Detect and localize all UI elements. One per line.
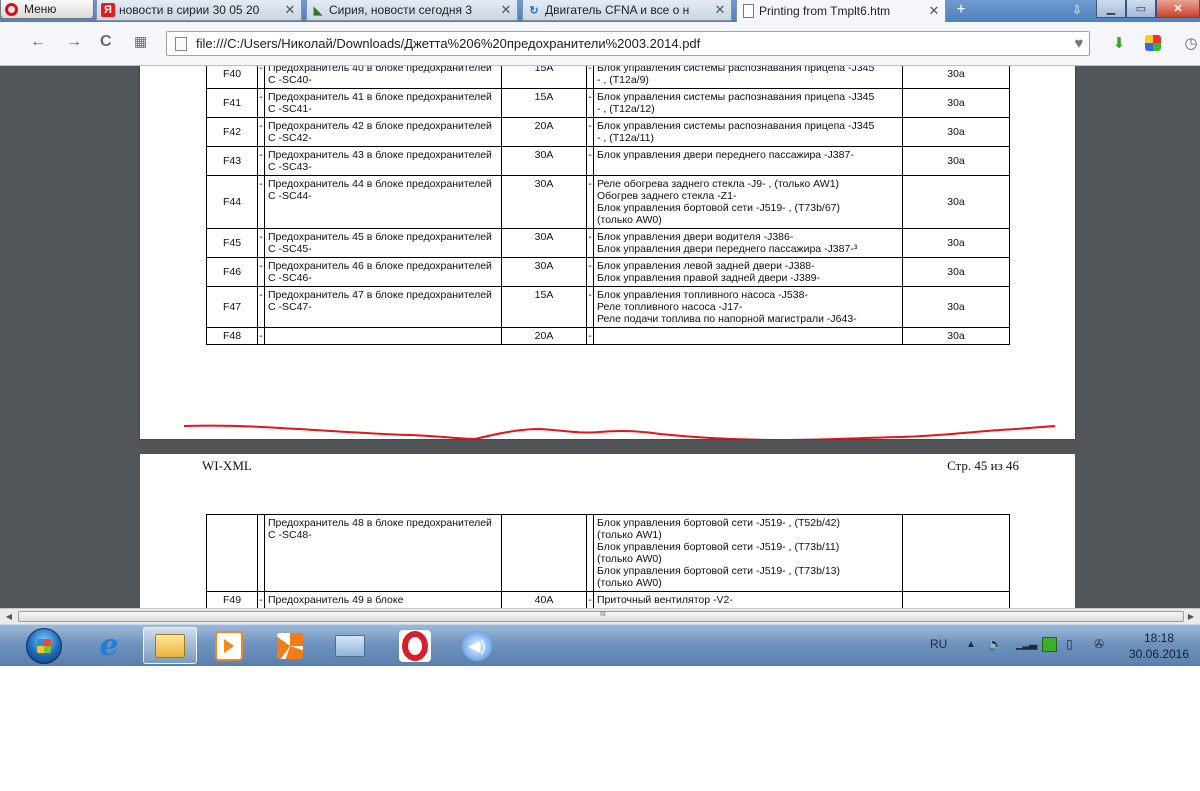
rss-icon: ◣ bbox=[313, 4, 323, 17]
consumer-line: Блок управления бортовой сети -J519- , (… bbox=[597, 517, 840, 529]
scroll-left-icon[interactable]: ◀ bbox=[2, 610, 16, 623]
tab-close-icon[interactable]: ✕ bbox=[283, 2, 297, 18]
scroll-right-icon[interactable]: ▶ bbox=[1184, 610, 1198, 623]
show-hidden-icons-icon[interactable]: ▲ bbox=[966, 639, 976, 650]
opera-menu-button[interactable]: Меню bbox=[0, 0, 94, 19]
volume-icon[interactable]: 🔈 bbox=[988, 637, 1003, 651]
window-controls: ▁ ▭ ✕ bbox=[1096, 0, 1200, 18]
table-edge bbox=[1009, 591, 1026, 608]
consumer-line: Приточный вентилятор -V2- bbox=[597, 594, 733, 606]
dash-cell: - bbox=[586, 591, 594, 608]
clock-date: 30.06.2016 bbox=[1128, 647, 1190, 661]
tab-yandex-news[interactable]: Я новости в сирии 30 05 20 ✕ bbox=[96, 0, 302, 21]
page-header-right: Стр. 45 из 46 bbox=[947, 458, 1019, 473]
fuse-consumers: Блок управления бортовой сети -J519- , (… bbox=[593, 514, 903, 592]
tab-menu-icon[interactable]: ⇩ bbox=[1072, 3, 1082, 17]
maximize-button[interactable]: ▭ bbox=[1126, 0, 1156, 18]
download-icon[interactable]: ⬇ bbox=[1108, 32, 1130, 54]
table-row: Предохранитель 48 в блоке предохранителе… bbox=[206, 514, 1026, 592]
speed-dial-icon[interactable]: ▦ bbox=[134, 33, 147, 50]
table-edge bbox=[1009, 514, 1026, 592]
reload-icon[interactable]: C bbox=[100, 33, 112, 51]
horizontal-scrollbar[interactable]: ◀ III ▶ bbox=[0, 608, 1200, 624]
signal-icon[interactable]: ▁▂▃ bbox=[1016, 637, 1037, 650]
tab-printing-tmplt[interactable]: Printing from Tmplt6.htm ✕ bbox=[736, 0, 946, 22]
address-bar[interactable]: file:///C:/Users/Николай/Downloads/Джетт… bbox=[166, 31, 1090, 56]
start-button[interactable] bbox=[26, 628, 62, 664]
yandex-icon: Я bbox=[101, 3, 115, 17]
fuse-id bbox=[206, 514, 258, 592]
tab-title: Сирия, новости сегодня 3 bbox=[329, 3, 472, 17]
back-arrow-icon[interactable]: ← bbox=[30, 33, 46, 51]
network-icon[interactable] bbox=[323, 627, 377, 664]
speaker-app-icon[interactable]: ◀) bbox=[450, 627, 504, 664]
terminal-rating bbox=[902, 514, 1010, 592]
office-icon[interactable] bbox=[263, 627, 317, 664]
url-text: file:///C:/Users/Николай/Downloads/Джетт… bbox=[196, 36, 701, 51]
page-header-left: WI-XML bbox=[202, 458, 252, 473]
fuse-table: Предохранитель 48 в блоке предохранителе… bbox=[206, 514, 1026, 608]
tab-close-icon[interactable]: ✕ bbox=[927, 3, 941, 19]
tab-title: Двигатель CFNA и все о н bbox=[545, 3, 690, 17]
opera-logo-icon bbox=[5, 2, 18, 16]
fuse-consumers: Приточный вентилятор -V2- bbox=[593, 591, 903, 608]
terminal-rating bbox=[902, 591, 1010, 608]
pdf-page: F40- Предохранитель 40 в блоке предохрани… bbox=[140, 66, 1075, 439]
fuse-name: Предохранитель 48 в блоке предохранителе… bbox=[264, 514, 502, 592]
dash-cell bbox=[586, 514, 594, 592]
windows-taskbar: e ◀) RU ▲ 🔈 ▁▂▃ ▯ ✇ 18:18 30.06.2016 bbox=[0, 624, 1200, 666]
page-icon bbox=[175, 36, 187, 51]
fuse-id: F49 bbox=[206, 591, 258, 608]
tab-syria-news[interactable]: ◣ Сирия, новости сегодня 3 ✕ bbox=[306, 0, 518, 21]
fuse-name: Предохранитель 49 в блоке bbox=[264, 591, 502, 608]
heart-icon[interactable]: ♥ bbox=[1068, 32, 1090, 54]
consumer-line: Блок управления бортовой сети -J519- , (… bbox=[597, 541, 840, 553]
clock-time: 18:18 bbox=[1143, 631, 1175, 645]
reload-icon: ↻ bbox=[529, 4, 539, 17]
network-tray-icon[interactable] bbox=[1042, 637, 1057, 655]
language-indicator[interactable]: RU bbox=[930, 637, 947, 651]
close-window-button[interactable]: ✕ bbox=[1156, 0, 1200, 18]
tab-strip: Меню Я новости в сирии 30 05 20 ✕ ◣ Сири… bbox=[0, 0, 1200, 22]
dash-cell bbox=[257, 514, 265, 592]
history-icon[interactable]: ◷ bbox=[1180, 32, 1200, 54]
tab-close-icon[interactable]: ✕ bbox=[499, 2, 513, 18]
forward-arrow-icon[interactable]: → bbox=[66, 33, 82, 51]
sync-icon[interactable]: ✇ bbox=[1094, 637, 1104, 651]
pdf-page: WI-XML Стр. 45 из 46 Предохранитель 48 в… bbox=[140, 454, 1075, 608]
taskbar-clock[interactable]: 18:18 30.06.2016 bbox=[1128, 630, 1190, 662]
pdf-viewer[interactable]: F40- Предохранитель 40 в блоке предохрани… bbox=[0, 66, 1200, 608]
explorer-icon[interactable] bbox=[143, 627, 197, 664]
ie-icon[interactable]: e bbox=[82, 627, 136, 664]
tab-engine-cfna[interactable]: ↻ Двигатель CFNA и все о н ✕ bbox=[522, 0, 732, 21]
consumer-line: (только AW0) bbox=[597, 577, 662, 589]
consumer-line: (только AW1) bbox=[597, 529, 662, 541]
page-icon bbox=[741, 4, 755, 18]
tab-close-icon[interactable]: ✕ bbox=[713, 2, 727, 18]
menu-label: Меню bbox=[24, 2, 57, 16]
table-row: F49- Предохранитель 49 в блоке 40A - Приточн… bbox=[206, 591, 1026, 608]
fuse-amperage bbox=[501, 514, 587, 592]
tab-title: новости в сирии 30 05 20 bbox=[119, 3, 260, 17]
consumer-line: Блок управления бортовой сети -J519- , (… bbox=[597, 565, 840, 577]
fuse-amperage: 40A bbox=[501, 591, 587, 608]
tab-title: Printing from Tmplt6.htm bbox=[759, 4, 891, 18]
opera-icon[interactable] bbox=[388, 627, 442, 664]
red-annotation-line bbox=[183, 424, 1056, 439]
media-player-icon[interactable] bbox=[202, 627, 256, 664]
battery-icon[interactable]: ▯ bbox=[1066, 637, 1073, 651]
minimize-button[interactable]: ▁ bbox=[1096, 0, 1126, 18]
browser-toolbar: ← → C ▦ file:///C:/Users/Николай/Downloa… bbox=[0, 22, 1200, 66]
extension-icon[interactable] bbox=[1142, 32, 1164, 54]
scrollbar-grip: III bbox=[600, 611, 606, 618]
dash-cell: - bbox=[257, 591, 265, 608]
new-tab-button[interactable]: + bbox=[952, 2, 970, 18]
consumer-line: (только AW0) bbox=[597, 553, 662, 565]
